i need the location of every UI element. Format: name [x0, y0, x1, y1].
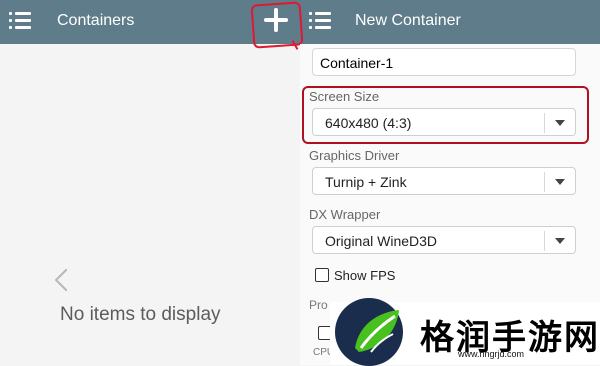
dx-wrapper-label: DX Wrapper [309, 207, 381, 222]
section-label-partial: Pro [309, 298, 328, 312]
graphics-driver-label: Graphics Driver [309, 148, 400, 163]
watermark-leaf-icon [355, 310, 399, 353]
chevron-left-icon[interactable] [54, 268, 78, 292]
graphics-driver-select[interactable]: Turnip + Zink [312, 167, 576, 195]
divider [544, 231, 545, 251]
annotation-highlight [302, 86, 589, 144]
watermark-url: www.hngrjd.com [458, 349, 525, 359]
container-name-input[interactable]: Container-1 [312, 48, 576, 76]
show-fps-label: Show FPS [334, 268, 396, 283]
dx-wrapper-value: Original WineD3D [325, 233, 438, 249]
show-fps-checkbox[interactable] [315, 268, 329, 282]
dx-wrapper-select[interactable]: Original WineD3D [312, 226, 576, 254]
dropdown-arrow-icon [555, 238, 565, 244]
containers-title: Containers [57, 12, 135, 29]
empty-state-message: No items to display [60, 304, 221, 325]
dropdown-arrow-icon [555, 179, 565, 185]
new-container-title: New Container [355, 12, 461, 29]
graphics-driver-value: Turnip + Zink [325, 174, 407, 190]
menu-icon[interactable] [309, 12, 331, 30]
annotation-highlight [250, 1, 304, 49]
divider [544, 172, 545, 192]
menu-icon[interactable] [9, 12, 31, 30]
